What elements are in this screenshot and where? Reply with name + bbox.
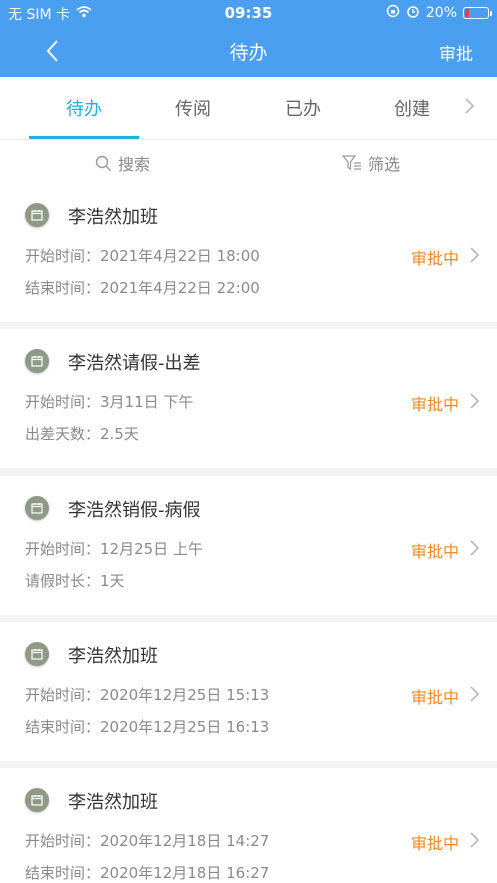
- search-label: 搜索: [118, 155, 151, 174]
- battery-icon: [463, 7, 492, 19]
- tabs-scroll-right-button[interactable]: [463, 97, 479, 117]
- tab-bar: 待办 传阅 已办 创建: [0, 77, 497, 139]
- item-title: 李浩然加班: [68, 792, 158, 813]
- item-line-2: 请假时长：1天: [25, 572, 125, 590]
- battery-percent: 20%: [425, 5, 457, 21]
- status-badge: 审批中: [410, 249, 459, 268]
- search-icon: [95, 155, 112, 171]
- item-title: 李浩然加班: [68, 646, 158, 667]
- status-badge: 审批中: [410, 688, 459, 707]
- calendar-icon: [25, 642, 49, 666]
- list-item[interactable]: 李浩然加班 开始时间：2021年4月22日 18:00 结束时间：2021年4月…: [0, 183, 497, 322]
- item-line-1: 开始时间：3月11日 下午: [25, 393, 194, 411]
- battery-fill: [465, 9, 469, 17]
- item-title: 李浩然销假-病假: [68, 500, 201, 521]
- item-line-1: 开始时间：2021年4月22日 18:00: [25, 247, 260, 265]
- calendar-icon: [25, 496, 49, 520]
- item-line-1: 开始时间：2020年12月18日 14:27: [25, 832, 270, 850]
- item-title: 李浩然加班: [68, 207, 158, 228]
- item-title: 李浩然请假-出差: [68, 353, 201, 374]
- page-title: 待办: [229, 42, 268, 64]
- item-line-2: 结束时间：2020年12月25日 16:13: [25, 718, 270, 736]
- chevron-right-icon: [468, 392, 480, 410]
- filter-icon: [342, 155, 361, 171]
- chevron-right-icon: [468, 831, 480, 849]
- tab-done[interactable]: 已办: [248, 95, 358, 121]
- tab-circulate[interactable]: 传阅: [138, 95, 248, 121]
- rotation-lock-icon: [386, 4, 400, 22]
- tab-todo[interactable]: 待办: [29, 95, 139, 121]
- chevron-right-icon: [468, 246, 480, 264]
- calendar-icon: [25, 349, 49, 373]
- search-button[interactable]: 搜索: [95, 151, 150, 175]
- chevron-right-icon: [468, 539, 480, 557]
- list-item[interactable]: 李浩然销假-病假 开始时间：12月25日 上午 请假时长：1天 审批中: [0, 476, 497, 615]
- approve-button[interactable]: 审批: [439, 40, 473, 65]
- chevron-right-icon: [468, 685, 480, 703]
- filter-label: 筛选: [368, 155, 401, 174]
- calendar-icon: [25, 788, 49, 812]
- item-line-1: 开始时间：2020年12月25日 15:13: [25, 686, 270, 704]
- item-line-2: 结束时间：2020年12月18日 16:27: [25, 864, 270, 882]
- tab-created[interactable]: 创建: [357, 95, 467, 121]
- status-badge: 审批中: [410, 834, 459, 853]
- alarm-icon: [406, 4, 420, 22]
- status-badge: 审批中: [410, 542, 459, 561]
- status-badge: 审批中: [410, 395, 459, 414]
- item-line-2: 结束时间：2021年4月22日 22:00: [25, 279, 260, 297]
- status-bar: 无 SIM 卡 09:35 20%: [0, 0, 497, 24]
- filter-button[interactable]: 筛选: [342, 151, 400, 175]
- header-bar: 无 SIM 卡 09:35 20% 待办 审批: [0, 0, 497, 77]
- list-item[interactable]: 李浩然请假-出差 开始时间：3月11日 下午 出差天数：2.5天 审批中: [0, 329, 497, 468]
- nav-row: 待办 审批: [0, 24, 497, 77]
- item-line-2: 出差天数：2.5天: [25, 425, 139, 443]
- calendar-icon: [25, 203, 49, 227]
- status-right: 20%: [386, 4, 492, 22]
- chevron-right-icon: [465, 98, 475, 114]
- search-filter-bar: 搜索 筛选: [0, 139, 497, 183]
- list-item[interactable]: 李浩然加班 开始时间：2020年12月18日 14:27 结束时间：2020年1…: [0, 768, 497, 883]
- item-line-1: 开始时间：12月25日 上午: [25, 540, 203, 558]
- list-item[interactable]: 李浩然加班 开始时间：2020年12月25日 15:13 结束时间：2020年1…: [0, 622, 497, 761]
